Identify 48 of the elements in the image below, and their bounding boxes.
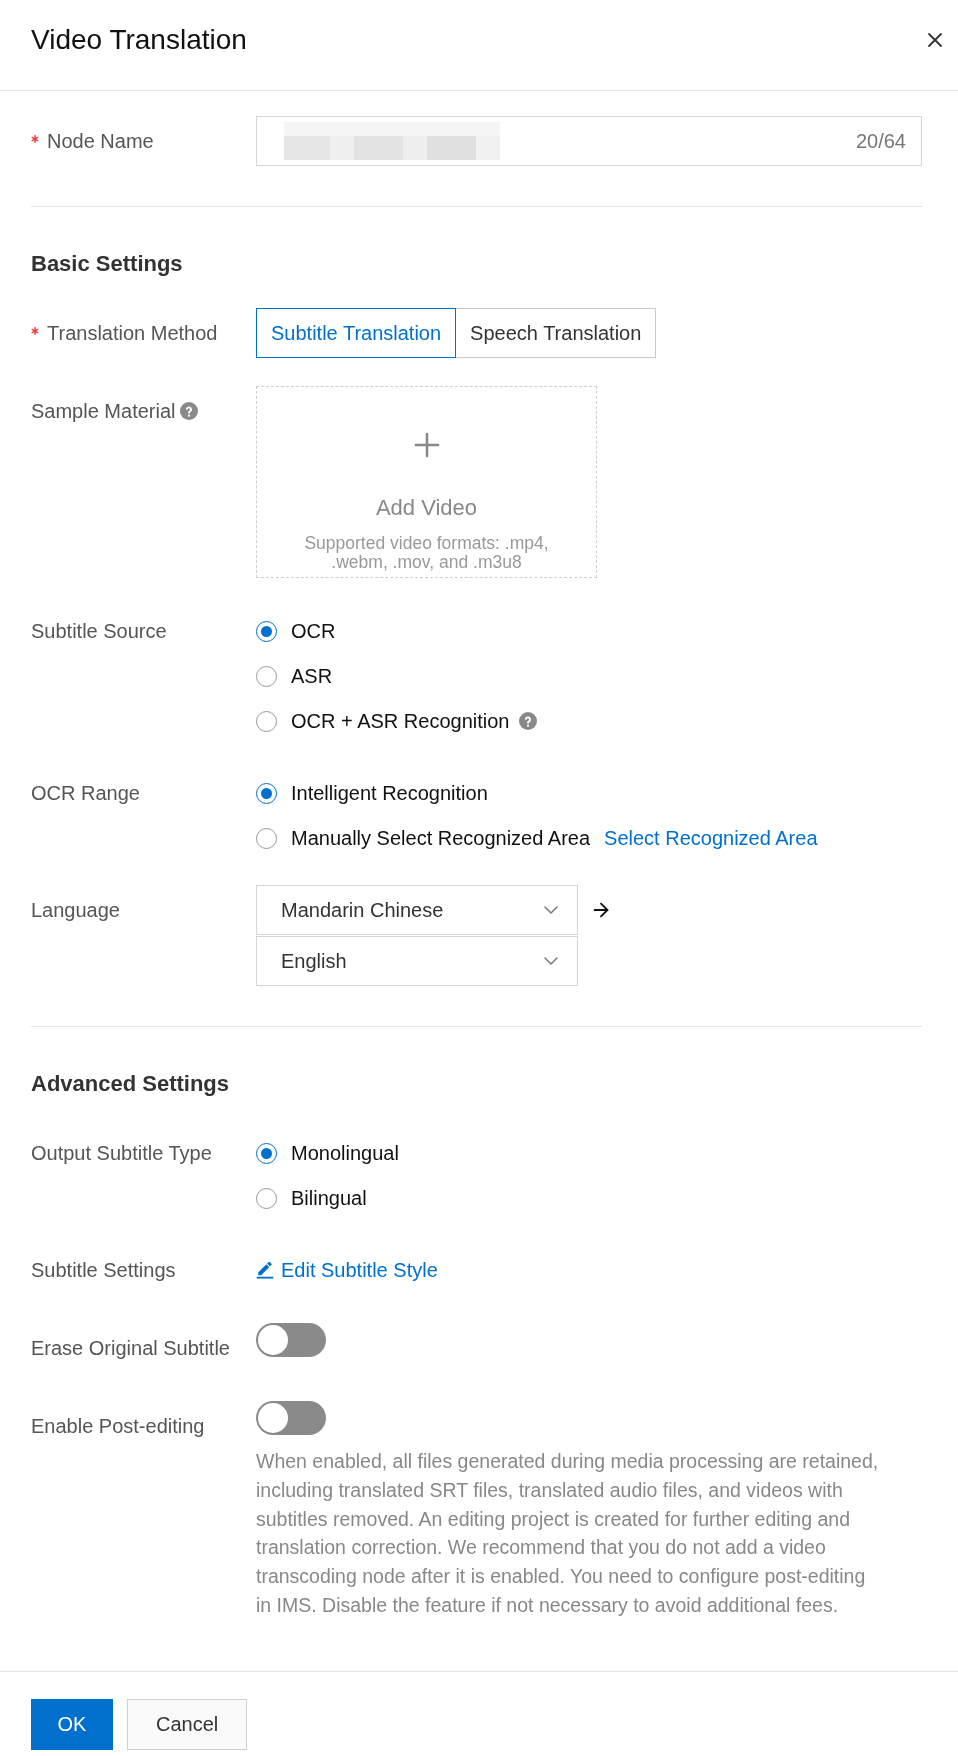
field-label: OCR Range [31, 781, 140, 805]
ok-button[interactable]: OK [31, 1699, 113, 1750]
toggle-switch[interactable] [256, 1401, 326, 1435]
field-label: Erase Original Subtitle [31, 1336, 230, 1360]
upload-hint: Supported video formats: .mp4, .webm, .mov, and .m3u8 [303, 534, 550, 572]
field-label: Subtitle Settings [31, 1258, 176, 1282]
field-label: Language [31, 898, 120, 922]
text-input-field[interactable]: 20/64 [256, 116, 922, 166]
radio-label[interactable]: Monolingual [291, 1141, 399, 1165]
cancel-button[interactable]: Cancel [127, 1699, 248, 1750]
character-counter: 20/64 [855, 129, 906, 153]
select-value: English [281, 949, 347, 973]
radio-label[interactable]: Intelligent Recognition [291, 781, 488, 805]
radio-button[interactable] [256, 710, 277, 732]
dialog-title: Video Translation [31, 23, 247, 57]
field-label: Node Name [47, 129, 154, 153]
radio-label[interactable]: Manually Select Recognized Area [291, 826, 591, 850]
field-label: Output Subtitle Type [31, 1141, 212, 1165]
target-language-select[interactable]: English [256, 936, 578, 986]
pencil-icon [256, 1261, 274, 1279]
source-language-select[interactable]: Mandarin Chinese [256, 885, 578, 935]
upload-area[interactable]: Add Video Supported video formats: .mp4, .webm, .mov, and .m3u8 [256, 386, 597, 578]
radio-button[interactable] [256, 827, 277, 849]
select-area-link[interactable]: Select Recognized Area [604, 826, 818, 850]
radio-label[interactable]: OCR [291, 619, 336, 643]
radio-label[interactable]: OCR + ASR Recognition [291, 709, 510, 733]
help-icon[interactable] [179, 402, 198, 420]
upload-title: Add Video [375, 495, 478, 521]
field-label: Translation Method [47, 321, 218, 345]
radio-button[interactable] [256, 620, 277, 642]
radio-label[interactable]: Bilingual [291, 1186, 367, 1210]
radio-button[interactable] [256, 1187, 277, 1209]
section-heading: Basic Settings [31, 252, 184, 276]
segmented-option[interactable]: Speech Translation [455, 308, 657, 358]
field-label: Sample Material [31, 399, 176, 423]
select-value: Mandarin Chinese [281, 898, 444, 922]
field-label: Enable Post-editing [31, 1414, 205, 1438]
radio-label[interactable]: ASR [291, 664, 333, 688]
radio-button[interactable] [256, 665, 277, 687]
field-description: When enabled, all files generated during media processing are retained, including translated SRT files, translated audio files, and videos with subtitles removed. An editing project is created for further editing and translation correction. We recommend that you do not add a video transcoding node after it is enabled. You need to configure post-editing in IMS. Disable the feature if not necessary to avoid additional fees. [256, 1449, 880, 1618]
toggle-switch[interactable] [256, 1323, 326, 1357]
field-label: Subtitle Source [31, 619, 167, 643]
radio-button[interactable] [256, 782, 277, 804]
segmented-option[interactable]: Subtitle Translation [256, 308, 457, 358]
radio-button[interactable] [256, 1142, 277, 1164]
help-icon[interactable] [519, 712, 538, 730]
section-heading: Advanced Settings [31, 1072, 231, 1096]
edit-style-link[interactable]: Edit Subtitle Style [256, 1258, 438, 1282]
